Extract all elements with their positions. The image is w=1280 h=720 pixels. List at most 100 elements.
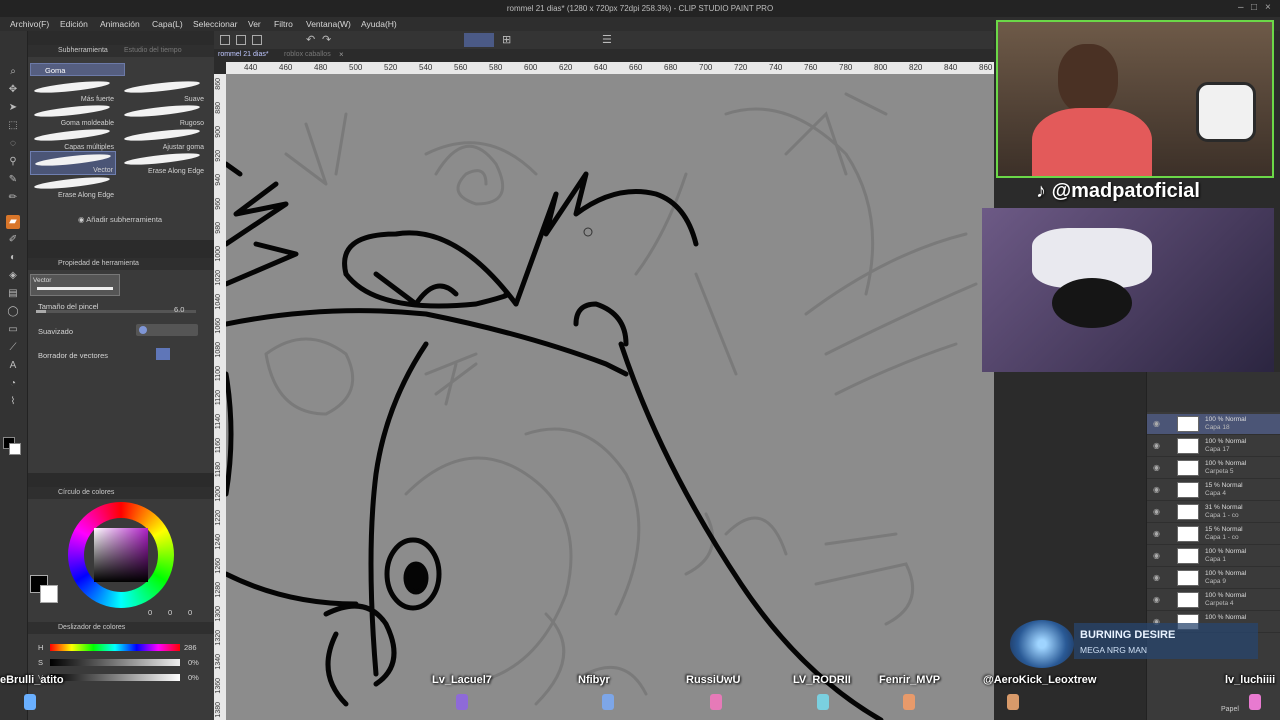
move-icon[interactable]: ✥	[6, 83, 20, 97]
eye-icon[interactable]: ◉	[1153, 507, 1160, 516]
menu-file[interactable]: Archivo(F)	[10, 19, 49, 29]
lasso-icon[interactable]: ◌	[6, 137, 20, 151]
eye-icon[interactable]: ◉	[1153, 573, 1160, 582]
doc-tab-active[interactable]: rommel 21 dias*	[218, 51, 269, 58]
eye-icon[interactable]: ◉	[1153, 485, 1160, 494]
brush-vector[interactable]: Vector	[30, 151, 116, 175]
smoothing-selector[interactable]	[136, 324, 198, 336]
pencil-icon[interactable]: ✏	[6, 191, 20, 205]
drawing-canvas[interactable]	[226, 74, 994, 720]
subtool-group-eraser[interactable]: Goma	[30, 63, 125, 76]
eye-icon[interactable]: ◉	[1153, 529, 1160, 538]
ruler-icon[interactable]: ⟋	[6, 341, 20, 355]
layer-row[interactable]: ◉ 100 % Normal Capa 1	[1147, 546, 1280, 567]
brush-multiple-layers[interactable]: Capas múltiples	[30, 127, 116, 151]
ruler-tick-label: 460	[279, 63, 293, 72]
tab-color-slider[interactable]: Deslizador de colores	[58, 624, 125, 631]
smoothing-dot-selected	[139, 326, 147, 334]
operation-icon[interactable]: ➤	[6, 101, 20, 115]
brush-soft[interactable]: Suave	[120, 79, 206, 103]
saturation-value-square[interactable]	[94, 528, 148, 582]
balloon-icon[interactable]: ◔	[6, 377, 20, 391]
add-subtool-button[interactable]: ◉ Añadir subherramienta	[78, 215, 162, 224]
maximize-button[interactable]: □	[1251, 2, 1257, 13]
eye-icon[interactable]: ◉	[1153, 441, 1160, 450]
undo-icon[interactable]: ↶	[306, 33, 315, 46]
brush-icon[interactable]: ✐	[6, 233, 20, 247]
new-file-icon[interactable]	[220, 35, 230, 45]
eye-icon[interactable]: ◉	[1153, 463, 1160, 472]
ruler-tick-label: 1140	[215, 414, 222, 430]
layer-name: Capa 4	[1205, 490, 1226, 497]
layer-mode: 100 % Normal	[1205, 460, 1247, 467]
eye-icon[interactable]: ◉	[1153, 595, 1160, 604]
tab-time-study[interactable]: Estudio del tiempo	[124, 47, 182, 54]
layer-thumbnail	[1177, 482, 1199, 498]
menu-help[interactable]: Ayuda(H)	[361, 19, 397, 29]
viewer-avatar-icon	[456, 694, 468, 710]
menu-window[interactable]: Ventana(W)	[306, 19, 351, 29]
hue-slider[interactable]	[50, 644, 180, 651]
eraser-icon[interactable]: ▰	[6, 215, 20, 229]
layer-row[interactable]: ◉ 100 % Normal Capa 9	[1147, 568, 1280, 589]
eye-icon[interactable]: ◉	[1153, 419, 1160, 428]
zoom-icon[interactable]: ⌕	[6, 65, 20, 79]
ruler-tick-label: 1100	[215, 366, 222, 382]
layer-row[interactable]: ◉ 100 % Normal Carpeta 5	[1147, 458, 1280, 479]
close-button[interactable]: ×	[1265, 2, 1271, 13]
figure-icon[interactable]: ◯	[6, 305, 20, 319]
viewer-name-text: @AeroKick_Leoxtrew	[983, 674, 1097, 686]
brush-rough[interactable]: Rugoso	[120, 103, 206, 127]
menu-edit[interactable]: Edición	[60, 19, 88, 29]
menu-filter[interactable]: Filtro	[274, 19, 293, 29]
ruler-tick-label: 660	[629, 63, 643, 72]
layer-row[interactable]: ◉ 31 % Normal Capa 1 - co	[1147, 502, 1280, 523]
brush-erase-along-edge[interactable]: Erase Along Edge	[120, 151, 206, 175]
blend-icon[interactable]: ◐	[6, 251, 20, 265]
open-file-icon[interactable]	[236, 35, 246, 45]
pen-icon[interactable]: ✎	[6, 173, 20, 187]
layer-row[interactable]: ◉ 100 % Normal Carpeta 4	[1147, 590, 1280, 611]
ruler-snap-icon[interactable]: ⊞	[502, 33, 511, 46]
menu-view[interactable]: Ver	[248, 19, 261, 29]
settings-icon[interactable]: ☰	[602, 33, 612, 46]
menu-layer[interactable]: Capa(L)	[152, 19, 183, 29]
brush-harder[interactable]: Más fuerte	[30, 79, 116, 103]
ruler-tick-label: 940	[215, 174, 222, 186]
brush-adjust-eraser[interactable]: Ajustar goma	[120, 127, 206, 151]
brush-kneaded[interactable]: Goma moldeable	[30, 103, 116, 127]
menu-animation[interactable]: Animación	[100, 19, 140, 29]
tab-tool-property[interactable]: Propiedad de herramienta	[58, 260, 139, 267]
sub-color-chip[interactable]	[40, 585, 58, 603]
doc-tab-inactive[interactable]: roblox caballos	[284, 51, 331, 58]
text-icon[interactable]: A	[6, 359, 20, 373]
tab-color-wheel[interactable]: Círculo de colores	[58, 489, 114, 496]
brush-erase-along-edge-2[interactable]: Erase Along Edge	[30, 175, 116, 199]
snap-toggle[interactable]	[464, 33, 494, 47]
eyedropper-icon[interactable]: ⚲	[6, 155, 20, 169]
save-icon[interactable]	[252, 35, 262, 45]
document-tabs: rommel 21 dias* roblox caballos ×	[214, 49, 994, 62]
fill-icon[interactable]: ◈	[6, 269, 20, 283]
sub-color-swatch[interactable]	[9, 443, 21, 455]
close-tab-icon[interactable]: ×	[339, 50, 344, 59]
selection-icon[interactable]: ⬚	[6, 119, 20, 133]
layer-row[interactable]: ◉ 15 % Normal Capa 1 - co	[1147, 524, 1280, 545]
brush-size-value[interactable]: 6.0	[174, 305, 184, 314]
correct-line-icon[interactable]: ⌇	[6, 395, 20, 409]
gradient-icon[interactable]: ▤	[6, 287, 20, 301]
layer-row[interactable]: ◉ 100 % Normal Capa 18	[1147, 414, 1280, 435]
viewer-name: eBrulli_atito	[0, 674, 64, 710]
brush-size-slider[interactable]	[36, 310, 196, 313]
menu-select[interactable]: Seleccionar	[193, 19, 237, 29]
tab-subtool[interactable]: Subherramienta	[58, 47, 108, 54]
vector-eraser-option[interactable]	[156, 348, 170, 360]
layer-row[interactable]: ◉ 100 % Normal Capa 17	[1147, 436, 1280, 457]
minimize-button[interactable]: –	[1238, 2, 1244, 13]
ruler-tick-label: 1040	[215, 294, 222, 310]
saturation-slider[interactable]	[50, 659, 180, 666]
layer-row[interactable]: ◉ 15 % Normal Capa 4	[1147, 480, 1280, 501]
frame-icon[interactable]: ▭	[6, 323, 20, 337]
eye-icon[interactable]: ◉	[1153, 551, 1160, 560]
redo-icon[interactable]: ↷	[322, 33, 331, 46]
